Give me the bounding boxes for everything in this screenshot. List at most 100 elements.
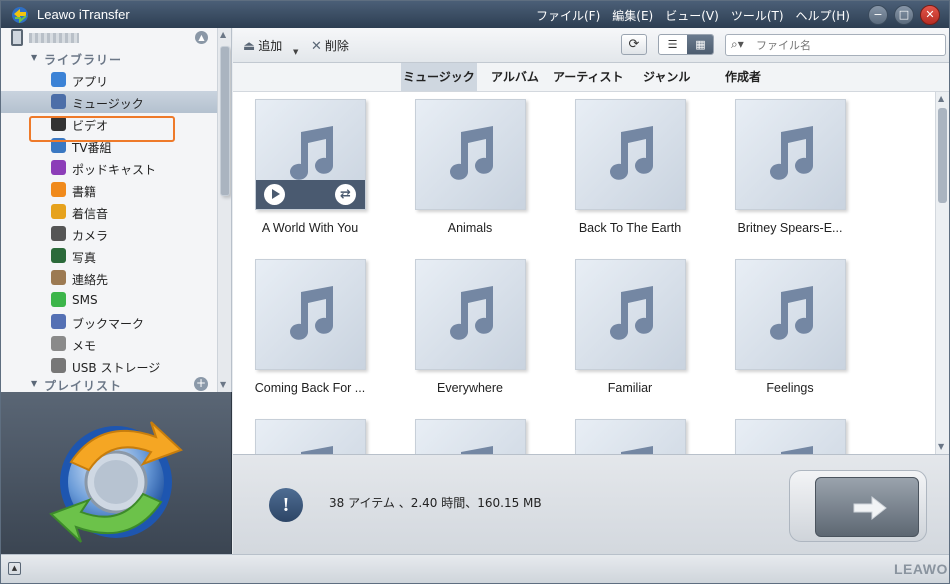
sidebar: ▲ ▼ ライブラリー アプリ ミュージック ビデオ TV番組 ポッドキャスト 書籍 着信音カ… [1,28,232,392]
add-playlist-icon[interactable]: + [194,377,208,391]
song-tile[interactable] [553,412,686,454]
grid-view-button[interactable]: ▦ [687,35,713,54]
device-name-redacted [29,33,79,43]
sidebar-item-podcast[interactable]: ポッドキャスト [1,157,217,179]
song-title: Familiar [607,381,653,395]
song-title: Coming Back For ... [254,381,366,395]
scroll-down-icon[interactable]: ▼ [220,380,226,389]
song-tile[interactable]: Coming Back For ... [233,252,366,402]
add-label: 追加 [258,39,283,53]
sidebar-item-usb[interactable]: USB ストレージ [1,355,217,377]
tab-music[interactable]: ミュージック [401,63,477,91]
close-button[interactable]: ✕ [920,5,940,25]
sidebar-item-photo[interactable]: 写真 [1,245,217,267]
menu-edit[interactable]: 編集(E) [612,7,653,24]
memo-icon [51,336,66,351]
category-tabs: ミュージック アルバム アーティスト ジャンル 作成者 [233,63,949,92]
tab-composer[interactable]: 作成者 [723,63,763,91]
sidebar-item-memo[interactable]: メモ [1,333,217,355]
bookmark-icon [51,314,66,329]
add-button[interactable]: ⏏ 追加 [243,37,282,54]
logo-panel [1,392,232,554]
music-note-icon [450,126,493,180]
playlist-section-header[interactable]: ▼ プレイリスト + [1,375,217,392]
search-input[interactable] [756,37,936,53]
menu-help[interactable]: ヘルプ(H) [796,7,850,24]
scroll-up-icon[interactable]: ▲ [220,30,226,39]
status-panel: ! 38 アイテム 、2.40 時間、160.15 MB [233,454,949,554]
tile-hover-overlay: ⇄ [256,180,365,209]
song-tile[interactable]: Animals [393,92,526,242]
eject-icon[interactable]: ▲ [195,31,208,44]
song-tile[interactable]: Feelings [713,252,846,402]
sidebar-item-app-store[interactable]: アプリ [1,69,217,91]
phone-icon [11,29,23,46]
song-tile[interactable] [713,412,846,454]
song-tile[interactable]: ⇄ A World With You [233,92,366,242]
tab-artist[interactable]: アーティスト [551,63,626,91]
song-tile[interactable] [393,412,526,454]
song-title: Britney Spears-E... [737,221,843,235]
podcast-icon [51,160,66,175]
music-note-icon [290,286,333,340]
refresh-button[interactable]: ⟳ [621,34,647,55]
sidebar-item-camera[interactable]: カメラ [1,223,217,245]
scroll-down-icon[interactable]: ▼ [938,442,944,451]
scrollbar-thumb[interactable] [220,46,230,196]
song-tile[interactable]: Familiar [553,252,686,402]
sidebar-item-sms[interactable]: SMS [1,289,217,311]
sidebar-item-label: メモ [72,339,97,353]
song-tile[interactable] [233,412,366,454]
minimize-button[interactable]: − [868,5,888,25]
song-title: Everywhere [437,381,503,395]
menu-file[interactable]: ファイル(F) [536,7,600,24]
music-note-icon [770,286,813,340]
tab-genre[interactable]: ジャンル [641,63,692,91]
photo-icon [51,248,66,263]
device-row[interactable]: ▲ [1,28,217,48]
list-view-button[interactable]: ☰ [659,35,686,54]
song-title: Feelings [766,381,814,395]
panel-toggle-icon[interactable]: ▲ [8,562,21,575]
library-section-header[interactable]: ▼ ライブラリー [1,49,217,69]
album-art [415,259,526,370]
sync-icon[interactable]: ⇄ [335,184,356,205]
add-dropdown-icon[interactable]: ▼ [293,48,298,56]
grid-scrollbar[interactable]: ▲ ▼ [935,92,949,454]
menu-tools[interactable]: ツール(T) [731,7,784,24]
sidebar-item-label: USB ストレージ [72,361,161,375]
toolbar: ⏏ 追加 ▼ ✕ 削除 ⟳ ☰ ▦ ⌕▾ [233,28,949,63]
sidebar-item-bookmark[interactable]: ブックマーク [1,311,217,333]
menu-view[interactable]: ビュー(V) [665,7,719,24]
title-bar: Leawo iTransfer ファイル(F) 編集(E) ビュー(V) ツール… [1,1,949,28]
sidebar-item-book[interactable]: 書籍 [1,179,217,201]
scroll-up-icon[interactable]: ▲ [938,94,944,103]
maximize-button[interactable]: □ [894,5,914,25]
menu-bar: ファイル(F) 編集(E) ビュー(V) ツール(T) ヘルプ(H) [536,7,862,24]
album-art [255,259,366,370]
add-icon: ⏏ [243,39,256,54]
song-tile[interactable]: Back To The Earth [553,92,686,242]
sidebar-item-contacts[interactable]: 連絡先 [1,267,217,289]
library-label: ライブラリー [44,53,123,67]
collapse-triangle-icon[interactable]: ▼ [31,379,37,388]
collapse-triangle-icon[interactable]: ▼ [31,53,37,62]
song-tile[interactable]: Britney Spears-E... [713,92,846,242]
delete-button[interactable]: ✕ 削除 [311,37,349,54]
itransfer-logo-icon [49,421,183,543]
play-icon[interactable] [264,184,285,205]
transfer-button[interactable] [815,477,919,537]
sidebar-scrollbar[interactable]: ▲ ▼ [217,28,231,392]
music-note-icon [450,286,493,340]
sidebar-item-label: カメラ [72,229,109,243]
music-note-icon [621,446,653,454]
scrollbar-thumb[interactable] [938,108,947,203]
song-tile[interactable]: Everywhere [393,252,526,402]
app-window: Leawo iTransfer ファイル(F) 編集(E) ビュー(V) ツール… [0,0,950,584]
sidebar-item-music-note[interactable]: ミュージック [1,91,217,113]
usb-icon [51,358,66,373]
tab-album[interactable]: アルバム [489,63,541,91]
sidebar-item-bell[interactable]: 着信音 [1,201,217,223]
music-note-icon [290,126,333,180]
selection-highlight [29,116,175,142]
